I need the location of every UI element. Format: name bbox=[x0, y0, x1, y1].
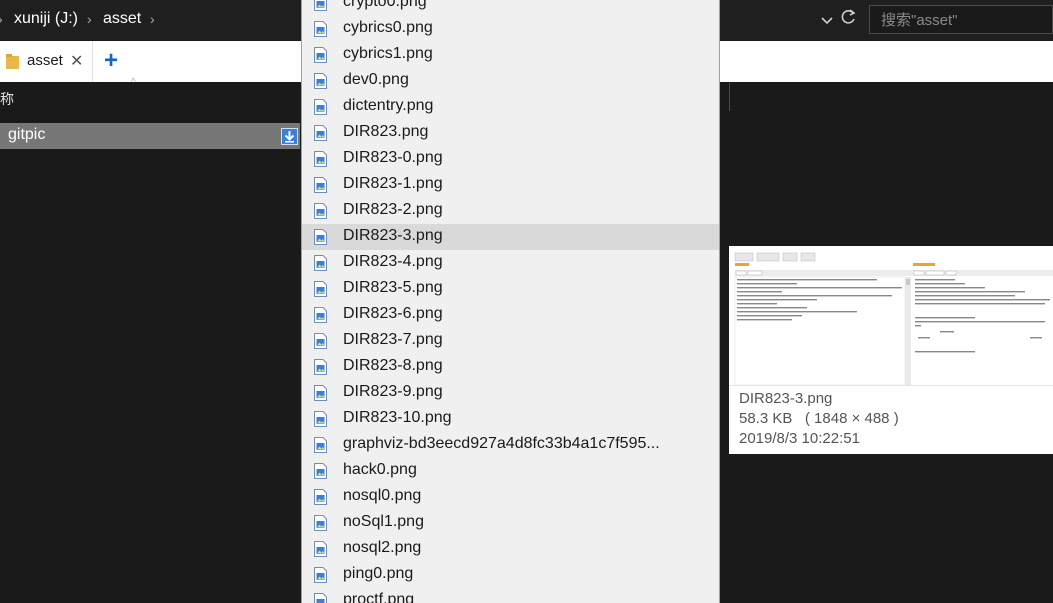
image-file-icon bbox=[314, 255, 327, 271]
image-file-icon bbox=[314, 385, 327, 401]
image-file-icon bbox=[314, 411, 327, 427]
refresh-icon[interactable] bbox=[838, 8, 858, 30]
file-list-item[interactable]: DIR823-5.png bbox=[302, 276, 719, 302]
file-name: dev0.png bbox=[343, 71, 409, 88]
folder-icon bbox=[6, 54, 19, 69]
file-name: DIR823-0.png bbox=[343, 149, 443, 166]
file-list-item[interactable]: hack0.png bbox=[302, 458, 719, 484]
file-name: DIR823.png bbox=[343, 123, 429, 140]
file-list-item[interactable]: nosql0.png bbox=[302, 484, 719, 510]
file-list-item[interactable]: cybrics0.png bbox=[302, 16, 719, 42]
file-list-item[interactable]: proctf.png bbox=[302, 588, 719, 603]
preview-thumbnail bbox=[730, 247, 1053, 386]
file-name: DIR823-7.png bbox=[343, 331, 443, 348]
image-file-icon bbox=[314, 489, 327, 505]
file-list-item[interactable]: cybrics1.png bbox=[302, 42, 719, 68]
file-list-item[interactable]: DIR823-4.png bbox=[302, 250, 719, 276]
tab-label: asset bbox=[27, 52, 63, 69]
file-name: DIR823-4.png bbox=[343, 253, 443, 270]
file-name: dictentry.png bbox=[343, 97, 434, 114]
image-file-icon bbox=[314, 177, 327, 193]
image-file-icon bbox=[314, 99, 327, 115]
file-name: crypto0.png bbox=[343, 0, 427, 10]
image-file-icon bbox=[314, 73, 327, 89]
breadcrumb-chevron-icon[interactable]: › bbox=[150, 8, 155, 30]
file-list-item[interactable]: noSql1.png bbox=[302, 510, 719, 536]
file-list-item[interactable]: nosql2.png bbox=[302, 536, 719, 562]
file-list-item[interactable]: DIR823-1.png bbox=[302, 172, 719, 198]
image-file-icon bbox=[314, 125, 327, 141]
add-tab-button[interactable]: + bbox=[104, 47, 118, 75]
file-list-item[interactable]: DIR823.png bbox=[302, 120, 719, 146]
image-file-icon bbox=[314, 593, 327, 603]
column-header-name[interactable]: 称 bbox=[0, 89, 14, 109]
image-file-icon bbox=[314, 359, 327, 375]
file-name: ping0.png bbox=[343, 565, 414, 582]
file-name: cybrics1.png bbox=[343, 45, 433, 62]
file-name: DIR823-1.png bbox=[343, 175, 443, 192]
image-file-icon bbox=[314, 463, 327, 479]
file-list[interactable]: crypto0.png cybrics0.png cybrics1.png dev0.… bbox=[301, 0, 720, 603]
image-file-icon bbox=[314, 333, 327, 349]
image-file-icon bbox=[314, 151, 327, 167]
image-file-icon bbox=[314, 437, 327, 453]
file-list-item[interactable]: DIR823-3.png bbox=[302, 224, 719, 250]
image-file-icon bbox=[314, 229, 327, 245]
file-list-item[interactable]: DIR823-9.png bbox=[302, 380, 719, 406]
file-list-item[interactable]: DIR823-0.png bbox=[302, 146, 719, 172]
search-input[interactable] bbox=[879, 9, 1053, 32]
breadcrumb-chevron-icon[interactable]: › bbox=[87, 8, 92, 30]
file-name: nosql0.png bbox=[343, 487, 422, 504]
image-file-icon bbox=[314, 21, 327, 37]
image-file-icon bbox=[314, 281, 327, 297]
chevron-down-icon[interactable] bbox=[818, 10, 836, 30]
file-name: DIR823-5.png bbox=[343, 279, 443, 296]
image-file-icon bbox=[314, 541, 327, 557]
file-list-item[interactable]: crypto0.png bbox=[302, 0, 719, 16]
file-list-item[interactable]: ping0.png bbox=[302, 562, 719, 588]
file-name: proctf.png bbox=[343, 591, 415, 603]
image-file-icon bbox=[314, 307, 327, 323]
file-name: hack0.png bbox=[343, 461, 417, 478]
image-file-icon bbox=[314, 567, 327, 583]
file-list-item[interactable]: DIR823-2.png bbox=[302, 198, 719, 224]
preview-filename: DIR823-3.png bbox=[739, 390, 833, 407]
image-file-icon bbox=[314, 47, 327, 63]
file-name: graphviz-bd3eecd927a4d8fc33b4a1c7f595... bbox=[343, 435, 660, 452]
file-name: DIR823-8.png bbox=[343, 357, 443, 374]
image-file-icon bbox=[314, 515, 327, 531]
folder-name: gitpic bbox=[8, 126, 46, 143]
search-box[interactable] bbox=[869, 5, 1053, 34]
breadcrumb-folder[interactable]: asset bbox=[103, 8, 141, 30]
file-name: DIR823-3.png bbox=[343, 227, 443, 244]
close-icon[interactable]: ✕ bbox=[70, 51, 83, 71]
file-list-item[interactable]: dev0.png bbox=[302, 68, 719, 94]
image-file-icon bbox=[314, 0, 327, 11]
file-list-item[interactable]: graphviz-bd3eecd927a4d8fc33b4a1c7f595... bbox=[302, 432, 719, 458]
file-name: noSql1.png bbox=[343, 513, 424, 530]
file-list-item[interactable]: DIR823-8.png bbox=[302, 354, 719, 380]
file-list-item[interactable]: DIR823-7.png bbox=[302, 328, 719, 354]
download-icon[interactable] bbox=[281, 128, 298, 145]
file-list-item[interactable]: DIR823-6.png bbox=[302, 302, 719, 328]
preview-date: 2019/8/3 10:22:51 bbox=[739, 430, 860, 447]
breadcrumb-chevron-icon[interactable]: › bbox=[0, 8, 3, 30]
file-name: DIR823-10.png bbox=[343, 409, 452, 426]
selected-folder-row[interactable]: gitpic bbox=[0, 123, 300, 149]
tab-asset[interactable]: asset ✕ bbox=[0, 41, 93, 82]
image-file-icon bbox=[314, 203, 327, 219]
file-list-item[interactable]: dictentry.png bbox=[302, 94, 719, 120]
sort-indicator-icon: ^ bbox=[131, 77, 136, 88]
column-divider[interactable] bbox=[729, 83, 730, 111]
breadcrumb-drive[interactable]: xuniji (J:) bbox=[14, 8, 78, 30]
file-list-item[interactable]: DIR823-10.png bbox=[302, 406, 719, 432]
file-name: DIR823-2.png bbox=[343, 201, 443, 218]
preview-size: 58.3 KB ( 1848 × 488 ) bbox=[739, 410, 899, 427]
file-name: DIR823-9.png bbox=[343, 383, 443, 400]
file-name: DIR823-6.png bbox=[343, 305, 443, 322]
file-preview-card: DIR823-3.png 58.3 KB ( 1848 × 488 ) 2019… bbox=[729, 246, 1053, 454]
file-name: cybrics0.png bbox=[343, 19, 433, 36]
file-name: nosql2.png bbox=[343, 539, 422, 556]
